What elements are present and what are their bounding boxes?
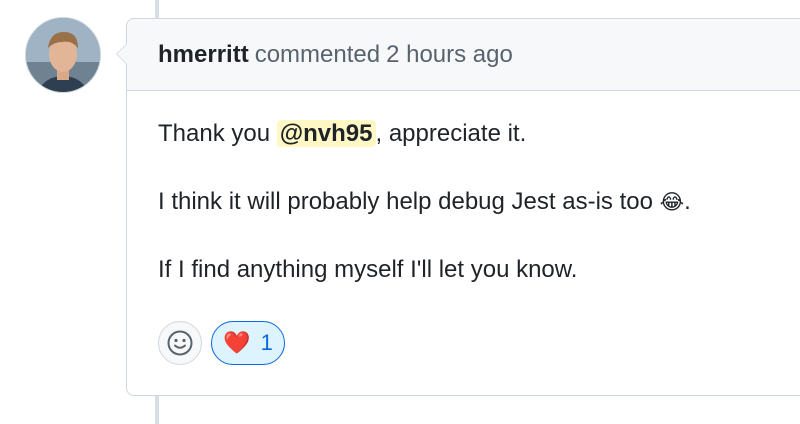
user-mention[interactable]: @nvh95 xyxy=(276,120,376,147)
reactions-bar: ❤️ 1 xyxy=(158,321,285,365)
comment-body: Thank you @nvh95, appreciate it. I think… xyxy=(127,91,800,287)
add-reaction-button[interactable] xyxy=(158,321,202,365)
comment-action: commented xyxy=(254,40,381,68)
comment-caret-fill xyxy=(117,44,127,64)
comment-header: hmerritt commented 2 hours ago xyxy=(127,19,800,91)
smiley-icon xyxy=(167,330,193,356)
comment-paragraph: If I find anything myself I'll let you k… xyxy=(158,256,578,283)
text-segment: . xyxy=(684,188,691,215)
text-segment: Thank you xyxy=(158,120,277,147)
reaction-count: 1 xyxy=(260,330,273,355)
text-segment: , appreciate it. xyxy=(375,120,527,147)
avatar-image xyxy=(26,18,100,92)
heart-reaction-button[interactable]: ❤️ 1 xyxy=(211,321,285,365)
heart-icon: ❤️ xyxy=(223,330,251,356)
comment-timestamp[interactable]: 2 hours ago xyxy=(386,41,513,69)
avatar[interactable] xyxy=(25,17,101,93)
joy-emoji-icon: 😂 xyxy=(659,190,685,214)
comment-paragraph: I think it will probably help debug Jest… xyxy=(158,185,800,219)
comment-author[interactable]: hmerritt xyxy=(158,41,249,69)
comment-box: hmerritt commented 2 hours ago Thank you… xyxy=(116,18,800,396)
text-segment: I think it will probably help debug Jest… xyxy=(158,188,660,215)
comment-paragraph: Thank you @nvh95, appreciate it. xyxy=(158,117,800,151)
